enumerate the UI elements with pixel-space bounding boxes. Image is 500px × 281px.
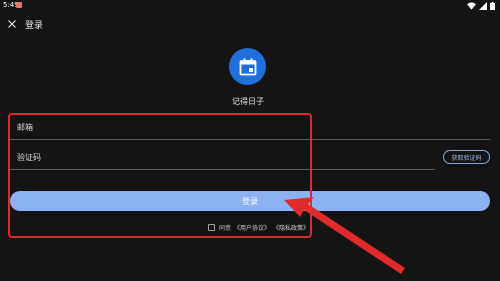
email-label: 邮箱	[17, 123, 33, 132]
wifi-icon	[467, 2, 476, 10]
agreement-row: 同意 《用户协议》 《隐私政策》	[208, 222, 312, 232]
agree-label: 同意	[219, 224, 232, 232]
get-code-button[interactable]: 获取验证码	[443, 150, 490, 164]
privacy-policy-link[interactable]: 《隐私政策》	[273, 223, 309, 232]
app-name: 记得日子	[232, 97, 264, 106]
page-title: 登录	[25, 21, 44, 31]
agree-checkbox[interactable]	[208, 223, 215, 231]
verification-code-field[interactable]	[50, 150, 434, 166]
close-icon	[8, 20, 16, 28]
signal-icon	[479, 2, 487, 10]
login-button[interactable]: 登录	[10, 191, 490, 211]
app-logo	[229, 48, 266, 85]
status-bar: 5:49	[0, 0, 500, 12]
close-button[interactable]	[4, 16, 20, 32]
app-notification-icon	[16, 2, 22, 8]
code-label: 验证码	[17, 153, 41, 162]
status-icons	[457, 1, 497, 11]
email-field[interactable]	[44, 120, 488, 136]
battery-icon	[490, 2, 495, 10]
calendar-icon	[239, 58, 256, 75]
user-agreement-link[interactable]: 《用户协议》	[234, 223, 270, 232]
code-underline	[10, 169, 435, 170]
email-underline	[10, 139, 490, 140]
top-app-bar: 登录	[0, 12, 500, 36]
annotation-arrow	[284, 197, 405, 274]
